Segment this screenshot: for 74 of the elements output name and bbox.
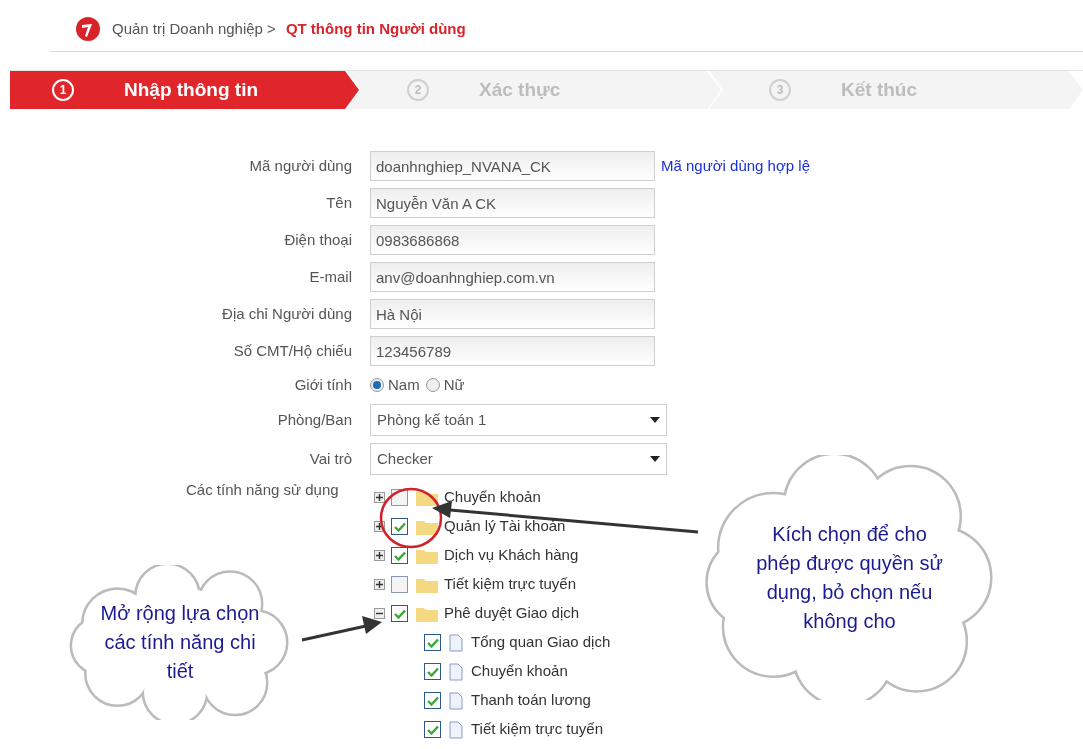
expand-icon[interactable] bbox=[374, 521, 385, 532]
text-field[interactable]: 123456789 bbox=[370, 336, 655, 366]
callout-text: Mở rộng lựa chọn các tính năng chi tiết bbox=[100, 601, 260, 684]
tree-item-label[interactable]: Thanh toán lương bbox=[471, 689, 591, 712]
field-label: Địa chỉ Người dùng bbox=[221, 303, 352, 324]
check-icon bbox=[393, 521, 406, 532]
tree-item-label[interactable]: Phê duyệt Giao dịch bbox=[444, 602, 580, 625]
dropdown-caret-icon bbox=[650, 456, 660, 462]
text-field[interactable]: Hà Nội bbox=[370, 299, 655, 329]
document-icon bbox=[449, 662, 463, 681]
check-icon bbox=[393, 608, 406, 619]
field-label: Vai trò bbox=[308, 448, 352, 469]
logo-icon bbox=[74, 15, 102, 44]
folder-icon bbox=[416, 605, 438, 622]
folder-icon bbox=[416, 518, 438, 535]
text-field[interactable]: Nguyễn Văn A CK bbox=[370, 188, 655, 218]
field-label: Số CMT/Hộ chiếu bbox=[232, 340, 352, 361]
plus-icon bbox=[376, 494, 383, 501]
tree-item-label[interactable]: Chuyển khoản bbox=[444, 486, 541, 509]
tree-item-label[interactable]: Dịch vụ Khách hàng bbox=[444, 544, 579, 567]
folder-icon bbox=[416, 576, 438, 593]
tree-item-label[interactable]: Quản lý Tài khoản bbox=[444, 515, 566, 538]
field-label: Phòng/Ban bbox=[276, 409, 352, 430]
check-icon bbox=[426, 666, 439, 677]
folder-icon bbox=[416, 547, 438, 564]
tree-item-label[interactable]: Tiết kiệm trực tuyến bbox=[444, 573, 577, 596]
radio-button[interactable] bbox=[425, 378, 440, 392]
expand-icon[interactable] bbox=[374, 492, 385, 503]
validation-message: Mã người dùng hợp lệ bbox=[661, 155, 810, 176]
minus-icon bbox=[376, 610, 383, 617]
expand-icon[interactable] bbox=[374, 579, 385, 590]
check-icon bbox=[393, 550, 406, 561]
document-icon bbox=[449, 691, 463, 710]
checkbox[interactable] bbox=[424, 634, 441, 651]
radio-label: Nữ bbox=[443, 374, 465, 395]
checkbox[interactable] bbox=[424, 663, 441, 680]
checkbox[interactable] bbox=[391, 576, 408, 593]
checkbox[interactable] bbox=[391, 605, 408, 622]
field-label: Các tính năng sử dụng bbox=[186, 481, 339, 498]
field-label: Giới tính bbox=[293, 374, 352, 395]
field-label: Tên bbox=[325, 192, 352, 213]
field-label: Mã người dùng bbox=[248, 155, 352, 176]
step-tab[interactable]: 1 Nhập thông tin bbox=[10, 71, 359, 109]
dropdown-caret-icon bbox=[650, 417, 660, 423]
checkbox[interactable] bbox=[424, 721, 441, 738]
breadcrumb-parent[interactable]: Quản trị Doanh nghiệp > bbox=[112, 18, 276, 41]
plus-icon bbox=[376, 581, 383, 588]
text-field[interactable]: anv@doanhnghiep.com.vn bbox=[370, 262, 655, 292]
dropdown[interactable]: Checker bbox=[370, 443, 667, 475]
document-icon bbox=[449, 720, 463, 739]
text-field[interactable]: 0983686868 bbox=[370, 225, 655, 255]
checkbox[interactable] bbox=[391, 518, 408, 535]
plus-icon bbox=[376, 552, 383, 559]
plus-icon bbox=[376, 523, 383, 530]
collapse-icon[interactable] bbox=[374, 608, 385, 619]
checkbox[interactable] bbox=[391, 547, 408, 564]
tree-item-label[interactable]: Chuyển khoản bbox=[471, 660, 568, 683]
expand-icon[interactable] bbox=[374, 550, 385, 561]
tree-item-label[interactable]: Tiết kiệm trực tuyến bbox=[471, 718, 604, 741]
check-icon bbox=[426, 637, 439, 648]
field-label: Điện thoại bbox=[283, 229, 352, 250]
radio-button[interactable] bbox=[370, 378, 384, 392]
text-field[interactable]: doanhnghiep_NVANA_CK bbox=[370, 151, 655, 181]
radio-label: Nam bbox=[388, 374, 420, 395]
breadcrumb-current: QT thông tin Người dùng bbox=[285, 19, 466, 40]
callout-text: Kích chọn để cho phép được quyền sử dụng, bỏ chọn nếu không cho bbox=[755, 521, 944, 634]
checkbox[interactable] bbox=[424, 692, 441, 709]
dropdown[interactable]: Phòng kế toán 1 bbox=[370, 404, 667, 436]
highlight-circle bbox=[378, 486, 444, 550]
document-icon bbox=[449, 633, 463, 652]
field-label: E-mail bbox=[308, 266, 352, 287]
tree-item-label[interactable]: Tổng quan Giao dịch bbox=[471, 631, 611, 654]
check-icon bbox=[426, 724, 439, 735]
check-icon bbox=[426, 695, 439, 706]
